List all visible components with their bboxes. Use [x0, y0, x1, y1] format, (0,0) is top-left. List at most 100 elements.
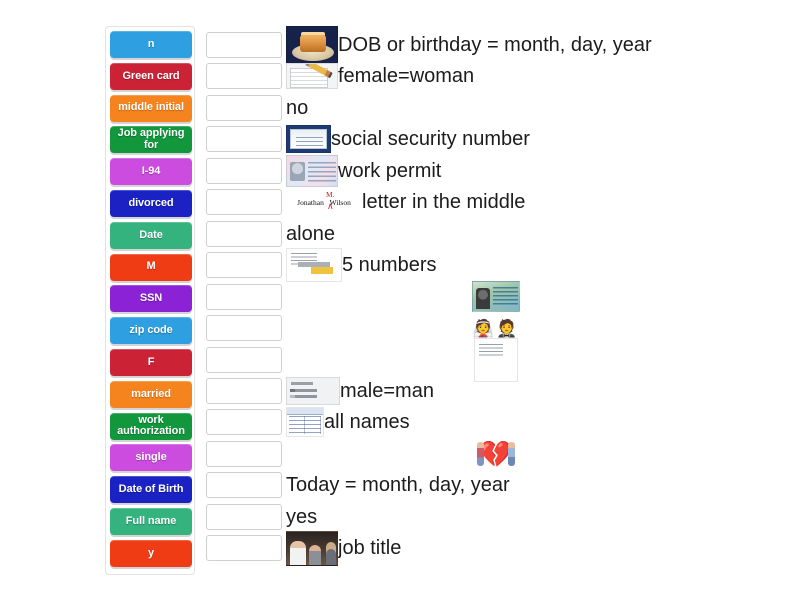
prompt-row: female=woman	[286, 60, 474, 92]
answer-tile[interactable]: divorced	[110, 189, 192, 217]
answer-tile-label: divorced	[128, 196, 174, 209]
answer-dropbox[interactable]	[206, 503, 282, 530]
answer-tile-label: y	[147, 546, 155, 559]
social-security-card-photo-icon	[286, 125, 331, 154]
bride-emoji-icon: 👰	[472, 318, 496, 338]
prompt-row: alone	[286, 218, 335, 250]
answer-tile[interactable]: work authorization	[110, 412, 192, 440]
answer-tile[interactable]: F	[110, 348, 192, 376]
signature-middle-initial: M.	[326, 190, 335, 200]
answer-tile-label: I-94	[141, 164, 161, 177]
answer-tile-label: Job applying for	[117, 127, 185, 151]
prompt-text: work permit	[338, 159, 442, 182]
answer-dropbox[interactable]	[206, 472, 282, 499]
prompt-row: male=man	[286, 375, 434, 407]
prompt-row: DOB or birthday = month, day, year	[286, 26, 652, 64]
answer-tile-label: Full name	[125, 514, 177, 527]
answer-dropbox[interactable]	[206, 94, 282, 121]
answer-tile-label: married	[131, 387, 171, 400]
business-people-photo-icon	[286, 530, 338, 566]
answer-tile[interactable]: M	[110, 253, 192, 281]
answer-tile-label: M	[146, 260, 156, 273]
prompt-text: male=man	[340, 379, 434, 402]
answer-dropbox[interactable]	[206, 126, 282, 153]
person-left-icon	[477, 441, 484, 466]
answer-tile-label: single	[135, 451, 167, 464]
answer-tile[interactable]: Date	[110, 221, 192, 249]
answer-tile[interactable]: middle initial	[110, 94, 192, 122]
answer-dropbox[interactable]	[206, 283, 282, 310]
birthday-cake-photo-icon	[286, 26, 338, 64]
prompt-text: female=woman	[338, 65, 475, 88]
prompt-row: Jonathan Wilson M. ∧ letter in the middle	[286, 186, 525, 218]
answer-tile[interactable]: Date of Birth	[110, 476, 192, 504]
certificate-document-photo-icon	[474, 337, 518, 382]
prompt-text: alone	[286, 222, 335, 245]
answer-dropbox[interactable]	[206, 377, 282, 404]
work-permit-card-photo-icon	[286, 154, 338, 187]
answer-dropbox[interactable]	[206, 63, 282, 90]
broken-heart-divorce-photo-icon: 💔	[476, 436, 516, 471]
prompt-text: social security number	[331, 128, 530, 151]
prompt-row: no	[286, 92, 308, 124]
answer-tile[interactable]: zip code	[110, 317, 192, 345]
groom-emoji-icon: 🤵	[496, 318, 520, 338]
answer-tile-label: middle initial	[118, 101, 184, 114]
answer-dropbox[interactable]	[206, 32, 282, 58]
prompt-text: DOB or birthday = month, day, year	[338, 34, 652, 56]
prompt-row: work permit	[286, 154, 442, 187]
prompt-text: 5 numbers	[342, 254, 437, 277]
answer-tile[interactable]: I-94	[110, 158, 192, 186]
prompt-row: job title	[286, 530, 402, 566]
prompt-row	[286, 337, 706, 382]
prompt-text: letter in the middle	[362, 191, 526, 214]
answer-dropbox[interactable]	[206, 220, 282, 247]
prompt-text: Today = month, day, year	[286, 474, 510, 497]
answer-tile[interactable]: Job applying for	[110, 126, 192, 154]
answer-tile[interactable]: Full name	[110, 507, 192, 535]
prompt-row	[286, 281, 706, 313]
signature-first-name: Jonathan	[297, 197, 324, 207]
gender-radio-form-photo-icon	[286, 376, 340, 405]
answer-tile-label: n	[147, 37, 155, 50]
answer-tile[interactable]: married	[110, 380, 192, 408]
prompt-row: all names	[286, 406, 410, 438]
bride-and-groom-emoji-icon: 👰🤵	[473, 320, 519, 337]
prompt-row: social security number	[286, 123, 530, 155]
form-and-pencil-photo-icon	[286, 63, 338, 90]
prompt-text: no	[286, 96, 309, 119]
answer-tile-label: zip code	[129, 323, 173, 336]
answer-dropbox[interactable]	[206, 346, 282, 373]
answer-tile-label: Green card	[122, 69, 180, 82]
answer-dropbox[interactable]	[206, 535, 282, 562]
prompt-row: 5 numbers	[286, 248, 437, 283]
draggable-answer-tiles-panel: n Green card middle initial Job applying fo…	[105, 26, 195, 575]
answer-dropbox[interactable]	[206, 409, 282, 436]
answer-dropbox[interactable]	[206, 157, 282, 184]
answer-dropbox[interactable]	[206, 440, 282, 467]
names-spreadsheet-photo-icon	[286, 407, 324, 438]
answer-tile-label: SSN	[139, 292, 163, 305]
answer-tile[interactable]: SSN	[110, 285, 192, 313]
answer-dropbox[interactable]	[206, 252, 282, 279]
answer-tile[interactable]: y	[110, 539, 192, 567]
prompt-text: all names	[324, 411, 410, 434]
prompt-text: yes	[286, 505, 318, 528]
answer-tile[interactable]: single	[110, 444, 192, 472]
prompt-row: 💔	[286, 436, 706, 471]
answer-tile-label: Date	[139, 228, 163, 241]
prompt-text: job title	[338, 537, 402, 560]
person-right-icon	[508, 441, 515, 466]
insertion-caret-icon: ∧	[327, 201, 334, 212]
answer-tile-label: Date of Birth	[118, 482, 184, 495]
answer-tile-label: work authorization	[117, 413, 185, 438]
zip-code-letter-photo-icon	[286, 248, 342, 283]
answer-tile[interactable]: Green card	[110, 62, 192, 90]
answer-tile-label: F	[147, 355, 155, 368]
answer-tile[interactable]: n	[110, 31, 192, 58]
answer-dropbox[interactable]	[206, 315, 282, 342]
green-card-photo-icon	[472, 281, 520, 313]
prompt-row: Today = month, day, year	[286, 469, 510, 501]
answer-dropbox[interactable]	[206, 189, 282, 216]
prompt-row: yes	[286, 501, 317, 533]
